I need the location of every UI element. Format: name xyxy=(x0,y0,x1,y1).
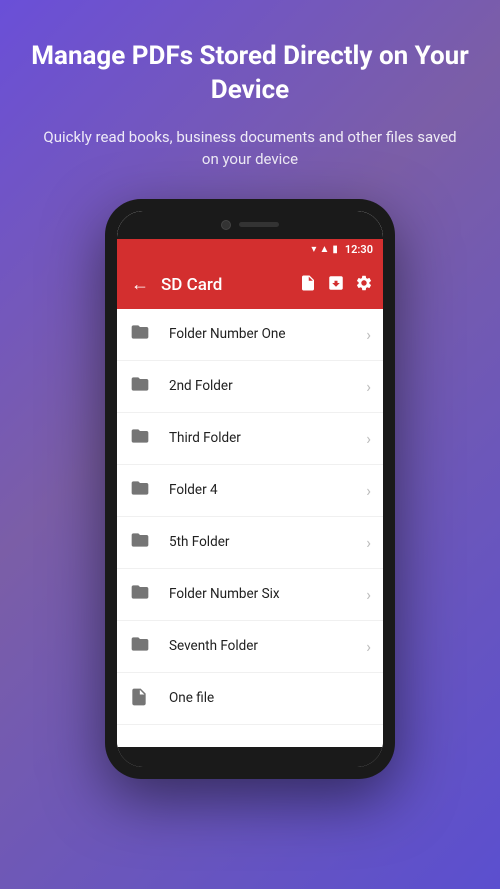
wifi-icon: ▾ xyxy=(311,244,316,255)
app-bar: ← SD Card xyxy=(117,261,383,309)
document-icon[interactable] xyxy=(299,274,317,296)
file-list: Folder Number One › 2nd Folder › xyxy=(117,309,383,747)
folder-icon xyxy=(129,374,157,398)
file-name: Folder 4 xyxy=(169,482,366,498)
list-item[interactable]: Folder 4 › xyxy=(117,465,383,517)
phone-bottom-bar xyxy=(117,747,383,767)
phone-mockup: ▾ ▲ ▮ 12:30 ← SD Card xyxy=(105,199,395,779)
battery-icon: ▮ xyxy=(332,244,338,255)
status-time: 12:30 xyxy=(345,243,373,256)
file-name: Folder Number One xyxy=(169,326,366,342)
file-name: Folder Number Six xyxy=(169,586,366,602)
phone-top-bar xyxy=(117,211,383,239)
app-bar-icons xyxy=(299,274,373,296)
file-name: One file xyxy=(169,690,366,706)
list-item[interactable]: Folder Number One › xyxy=(117,309,383,361)
folder-icon xyxy=(129,582,157,606)
chevron-right-icon: › xyxy=(366,377,371,396)
list-item[interactable]: One file › xyxy=(117,673,383,725)
chevron-right-icon: › xyxy=(366,533,371,552)
back-button[interactable]: ← xyxy=(127,270,153,299)
phone-speaker xyxy=(239,222,279,227)
list-item[interactable]: 5th Folder › xyxy=(117,517,383,569)
hero-title: Manage PDFs Stored Directly on Your Devi… xyxy=(0,40,500,108)
file-name: Seventh Folder xyxy=(169,638,366,654)
chevron-right-icon: › xyxy=(366,429,371,448)
file-name: 2nd Folder xyxy=(169,378,366,394)
app-bar-title: SD Card xyxy=(161,275,291,295)
hero-subtitle: Quickly read books, business documents a… xyxy=(0,126,500,171)
file-name: 5th Folder xyxy=(169,534,366,550)
phone-camera xyxy=(221,220,231,230)
file-name: Third Folder xyxy=(169,430,366,446)
list-item[interactable]: Seventh Folder › xyxy=(117,621,383,673)
folder-icon xyxy=(129,322,157,346)
status-icons: ▾ ▲ ▮ 12:30 xyxy=(311,243,373,256)
folder-icon xyxy=(129,478,157,502)
upload-icon[interactable] xyxy=(327,274,345,296)
folder-icon xyxy=(129,530,157,554)
list-item[interactable]: Folder Number Six › xyxy=(117,569,383,621)
folder-icon xyxy=(129,634,157,658)
chevron-right-icon: › xyxy=(366,325,371,344)
folder-icon xyxy=(129,426,157,450)
chevron-right-icon: › xyxy=(366,481,371,500)
file-doc-icon xyxy=(129,686,157,710)
chevron-right-icon: › xyxy=(366,637,371,656)
status-bar: ▾ ▲ ▮ 12:30 xyxy=(117,239,383,261)
chevron-right-icon: › xyxy=(366,585,371,604)
settings-icon[interactable] xyxy=(355,274,373,296)
list-item[interactable]: Third Folder › xyxy=(117,413,383,465)
list-item[interactable]: 2nd Folder › xyxy=(117,361,383,413)
signal-icon: ▲ xyxy=(319,244,329,255)
phone-screen: ▾ ▲ ▮ 12:30 ← SD Card xyxy=(117,211,383,767)
